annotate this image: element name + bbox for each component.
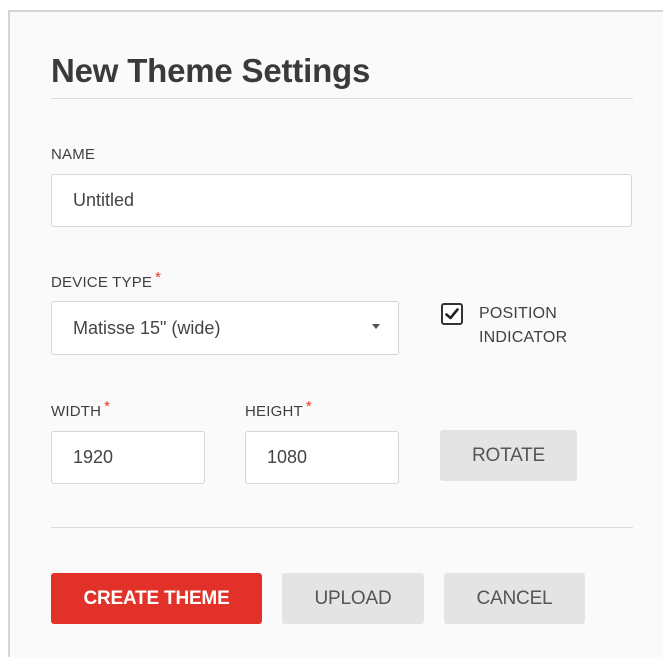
required-asterisk: *	[305, 398, 312, 415]
name-input[interactable]: Untitled	[51, 174, 632, 227]
position-indicator-label-line2: INDICATOR	[479, 329, 568, 346]
position-indicator-label[interactable]: POSITION INDICATOR	[479, 302, 567, 350]
create-theme-button[interactable]: CREATE THEME	[51, 573, 262, 624]
height-label-text: HEIGHT	[245, 403, 303, 420]
width-label-text: WIDTH	[51, 403, 102, 420]
cancel-button-label: CANCEL	[476, 587, 553, 609]
width-label: WIDTH *	[51, 398, 110, 420]
device-type-label-text: DEVICE TYPE	[51, 274, 153, 291]
height-input[interactable]: 1080	[245, 431, 399, 484]
width-input-value: 1920	[73, 447, 114, 467]
position-indicator-label-line1: POSITION	[479, 305, 558, 322]
required-asterisk: *	[155, 269, 162, 286]
upload-button[interactable]: UPLOAD	[282, 573, 424, 624]
name-label: NAME	[51, 146, 95, 163]
footer-divider	[51, 527, 633, 528]
device-type-label: DEVICE TYPE *	[51, 269, 161, 291]
height-label: HEIGHT *	[245, 398, 312, 420]
cancel-button[interactable]: CANCEL	[444, 573, 585, 624]
name-input-value: Untitled	[73, 190, 135, 210]
create-theme-button-label: CREATE THEME	[83, 587, 230, 609]
height-input-value: 1080	[267, 447, 308, 467]
chevron-down-icon	[372, 324, 380, 329]
rotate-button[interactable]: ROTATE	[440, 430, 577, 481]
position-indicator-checkbox[interactable]	[441, 303, 463, 325]
new-theme-settings-dialog: New Theme Settings NAME Untitled DEVICE …	[8, 10, 663, 657]
device-type-select[interactable]: Matisse 15" (wide)	[51, 301, 399, 355]
rotate-button-label: ROTATE	[471, 444, 546, 466]
required-asterisk: *	[104, 398, 111, 415]
dialog-title: New Theme Settings	[51, 52, 371, 89]
width-input[interactable]: 1920	[51, 431, 205, 484]
device-type-selected-value: Matisse 15" (wide)	[73, 317, 221, 338]
upload-button-label: UPLOAD	[314, 587, 392, 609]
title-divider	[51, 98, 633, 99]
checkmark-icon	[445, 308, 459, 320]
name-label-text: NAME	[51, 146, 96, 163]
